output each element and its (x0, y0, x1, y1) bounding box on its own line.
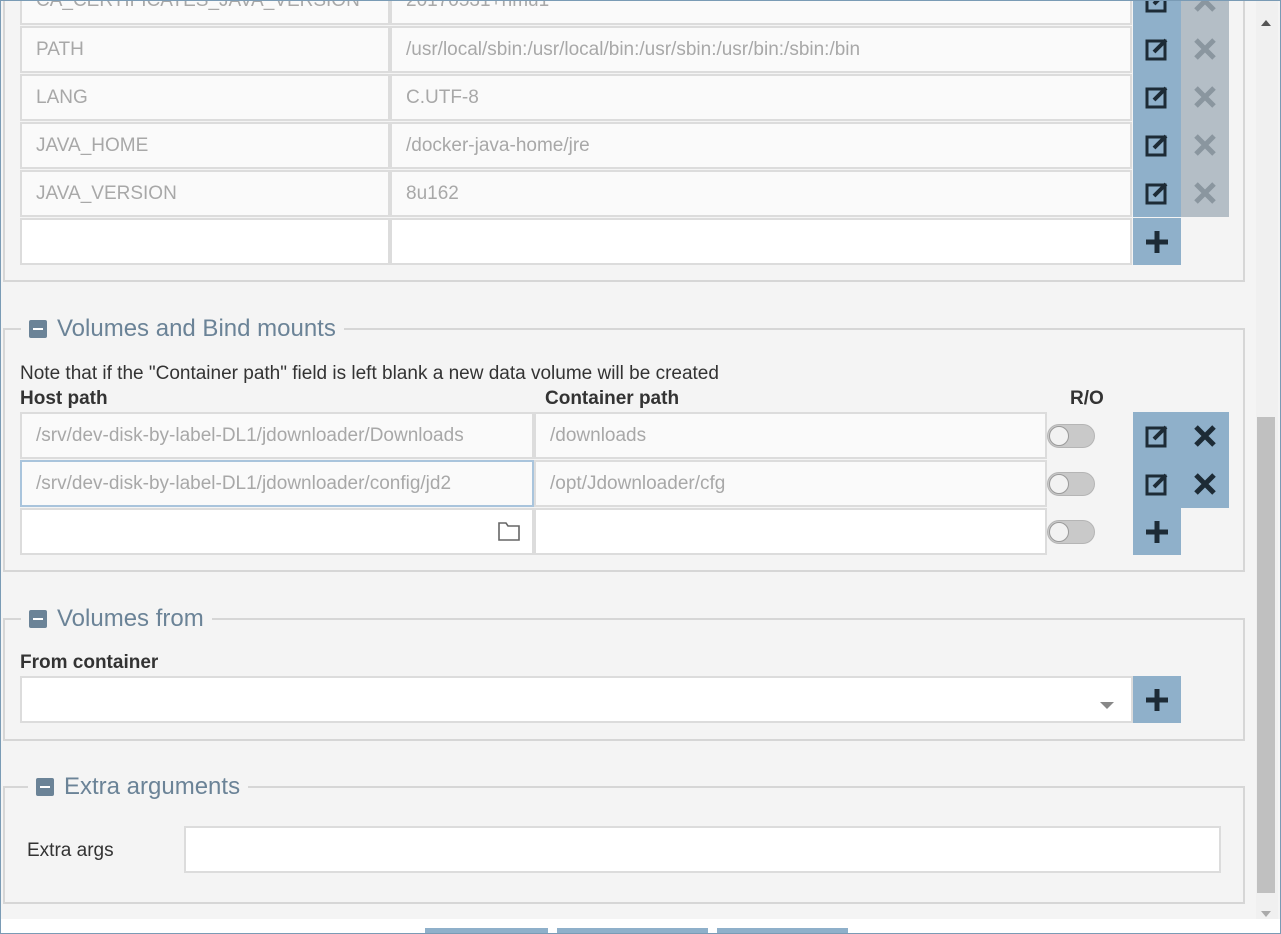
scroll-down-arrow-icon[interactable] (1260, 902, 1272, 924)
delete-icon (1194, 182, 1216, 204)
footer-button[interactable] (425, 928, 548, 933)
plus-icon (1146, 230, 1168, 253)
volumes-note: Note that if the "Container path" field … (20, 363, 719, 384)
ro-toggle[interactable] (1047, 472, 1095, 496)
container-path-cell[interactable]: /downloads (534, 412, 1047, 459)
scrollbar-thumb[interactable] (1257, 417, 1275, 893)
minus-icon[interactable] (29, 610, 47, 628)
volumes-legend[interactable]: Volumes and Bind mounts (21, 314, 344, 344)
env-value-cell[interactable]: /docker-java-home/jre (390, 122, 1132, 169)
env-edit-button[interactable] (1133, 1, 1181, 25)
env-name-cell[interactable]: JAVA_HOME (20, 122, 390, 169)
delete-icon (1194, 86, 1216, 108)
scroll-up-arrow-icon[interactable] (1260, 11, 1272, 33)
env-new-name-input[interactable] (20, 218, 390, 265)
from-container-label: From container (20, 652, 159, 673)
edit-icon (1145, 38, 1168, 61)
edit-icon (1145, 182, 1168, 205)
ro-header: R/O (1070, 388, 1104, 409)
edit-icon (1145, 473, 1168, 496)
volumes-from-add-button[interactable] (1133, 676, 1181, 723)
plus-icon (1146, 688, 1168, 711)
ro-toggle[interactable] (1047, 424, 1095, 448)
extra-args-legend[interactable]: Extra arguments (28, 772, 249, 802)
env-edit-button[interactable] (1133, 121, 1181, 169)
delete-icon (1194, 473, 1216, 495)
delete-icon (1194, 1, 1216, 12)
env-value-cell[interactable]: 8u162 (390, 170, 1132, 217)
env-new-value-input[interactable] (390, 218, 1132, 265)
env-name-cell[interactable]: JAVA_VERSION (20, 170, 390, 217)
extra-args-input[interactable] (184, 826, 1221, 873)
folder-icon[interactable] (497, 520, 521, 548)
env-value-cell[interactable]: 20170531+nmu1 (390, 1, 1132, 25)
volumes-from-legend[interactable]: Volumes from (21, 604, 212, 634)
container-path-cell[interactable]: /opt/Jdownloader/cfg (534, 460, 1047, 507)
edit-icon (1145, 86, 1168, 109)
new-ro-toggle[interactable] (1047, 520, 1095, 544)
delete-icon (1194, 425, 1216, 447)
volume-edit-button[interactable] (1133, 460, 1181, 508)
edit-icon (1145, 1, 1167, 13)
env-edit-button[interactable] (1133, 73, 1181, 121)
env-delete-button[interactable] (1181, 25, 1229, 73)
chevron-down-icon[interactable] (1099, 695, 1115, 717)
minus-icon[interactable] (29, 320, 47, 338)
extra-args-label: Extra args (27, 840, 114, 861)
delete-icon (1194, 38, 1216, 60)
env-name-cell[interactable]: CA_CERTIFICATES_JAVA_VERSION (20, 1, 390, 25)
host-path-cell[interactable]: /srv/dev-disk-by-label-DL1/jdownloader/D… (20, 412, 534, 459)
host-path-cell[interactable]: /srv/dev-disk-by-label-DL1/jdownloader/c… (20, 460, 534, 507)
env-add-button[interactable] (1133, 218, 1181, 265)
env-name-cell[interactable]: PATH (20, 26, 390, 73)
edit-icon (1145, 425, 1168, 448)
volumes-from-title: Volumes from (57, 605, 204, 632)
footer-button[interactable] (557, 928, 708, 933)
host-path-header: Host path (20, 388, 108, 409)
env-value-cell[interactable]: /usr/local/sbin:/usr/local/bin:/usr/sbin… (390, 26, 1132, 73)
env-delete-button[interactable] (1181, 73, 1229, 121)
env-name-cell[interactable]: LANG (20, 74, 390, 121)
plus-icon (1146, 520, 1168, 543)
from-container-select[interactable] (20, 676, 1133, 723)
env-delete-button[interactable] (1181, 169, 1229, 217)
env-delete-button[interactable] (1181, 121, 1229, 169)
env-edit-button[interactable] (1133, 169, 1181, 217)
volume-delete-button[interactable] (1181, 460, 1229, 508)
env-delete-button[interactable] (1181, 1, 1229, 25)
container-settings-panel: CA_CERTIFICATES_JAVA_VERSION 20170531+nm… (0, 0, 1281, 934)
env-value-cell[interactable]: C.UTF-8 (390, 74, 1132, 121)
volume-edit-button[interactable] (1133, 412, 1181, 460)
container-path-header: Container path (545, 388, 680, 409)
volume-delete-button[interactable] (1181, 412, 1229, 460)
footer-button[interactable] (717, 928, 848, 933)
extra-args-title: Extra arguments (64, 773, 241, 800)
env-edit-button[interactable] (1133, 25, 1181, 73)
edit-icon (1145, 134, 1168, 157)
minus-icon[interactable] (36, 778, 54, 796)
new-container-path-input[interactable] (534, 508, 1047, 555)
new-host-path-input[interactable] (20, 508, 534, 555)
delete-icon (1194, 134, 1216, 156)
volumes-title: Volumes and Bind mounts (57, 315, 336, 342)
volume-add-button[interactable] (1133, 508, 1181, 555)
